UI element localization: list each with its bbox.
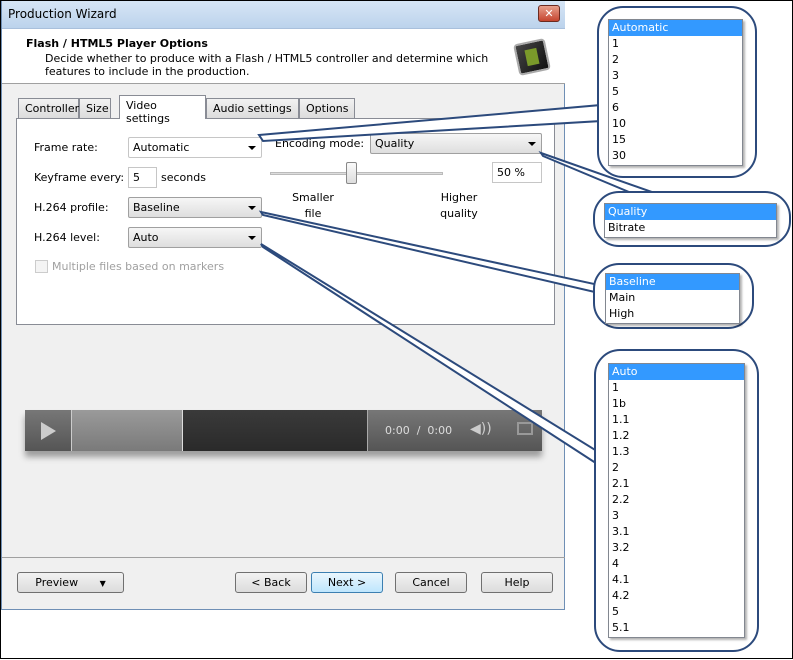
list-option[interactable]: 1.1 [609,412,744,428]
list-option[interactable]: 1.2 [609,428,744,444]
list-option[interactable]: 15 [609,132,742,148]
list-option[interactable]: 6 [609,100,742,116]
list-option[interactable]: 1.3 [609,444,744,460]
frame-rate-options-list: Automatic 1 2 3 5 6 10 15 30 [608,19,743,166]
list-option[interactable]: 2.1 [609,476,744,492]
level-callout: Auto 1 1b 1.1 1.2 1.3 2 2.1 2.2 3 3.1 3.2 4 4.1 4.2 5 5.… [594,349,759,652]
list-option[interactable]: 3.2 [609,540,744,556]
list-option[interactable]: 1 [609,380,744,396]
profile-options-list: Baseline Main High [605,273,740,324]
frame-rate-callout: Automatic 1 2 3 5 6 10 15 30 [597,6,757,178]
list-option[interactable]: Automatic [609,20,742,36]
profile-callout: Baseline Main High [593,263,754,329]
callout-tail-frame-rate [257,103,602,143]
callout-tail-profile [258,210,600,295]
list-option[interactable]: 5 [609,604,744,620]
list-option[interactable]: 2.2 [609,492,744,508]
list-option[interactable]: 2 [609,52,742,68]
list-option[interactable]: 10 [609,116,742,132]
tab-video-settings[interactable]: Video settings [119,95,206,125]
level-options-list: Auto 1 1b 1.1 1.2 1.3 2 2.1 2.2 3 3.1 3.2 4 4.1 4.2 5 5.… [608,363,745,638]
list-option[interactable]: 3.1 [609,524,744,540]
list-option[interactable]: 4.1 [609,572,744,588]
list-option[interactable]: Bitrate [605,220,776,236]
list-option[interactable]: Baseline [606,274,739,290]
list-option[interactable]: 4 [609,556,744,572]
list-option[interactable]: 5.1 [609,620,744,636]
list-option[interactable]: 2 [609,460,744,476]
list-option[interactable]: High [606,306,739,322]
list-option[interactable]: 1b [609,396,744,412]
encoding-mode-callout: Quality Bitrate [593,191,791,247]
encoding-mode-options-list: Quality Bitrate [604,203,777,238]
list-option[interactable]: 3 [609,68,742,84]
list-option[interactable]: 30 [609,148,742,164]
list-option[interactable]: 5 [609,84,742,100]
list-option[interactable]: 4.2 [609,588,744,604]
list-option[interactable]: Auto [609,364,744,380]
list-option[interactable]: 1 [609,36,742,52]
list-option[interactable]: Quality [605,204,776,220]
list-option[interactable]: Main [606,290,739,306]
list-option[interactable]: 3 [609,508,744,524]
